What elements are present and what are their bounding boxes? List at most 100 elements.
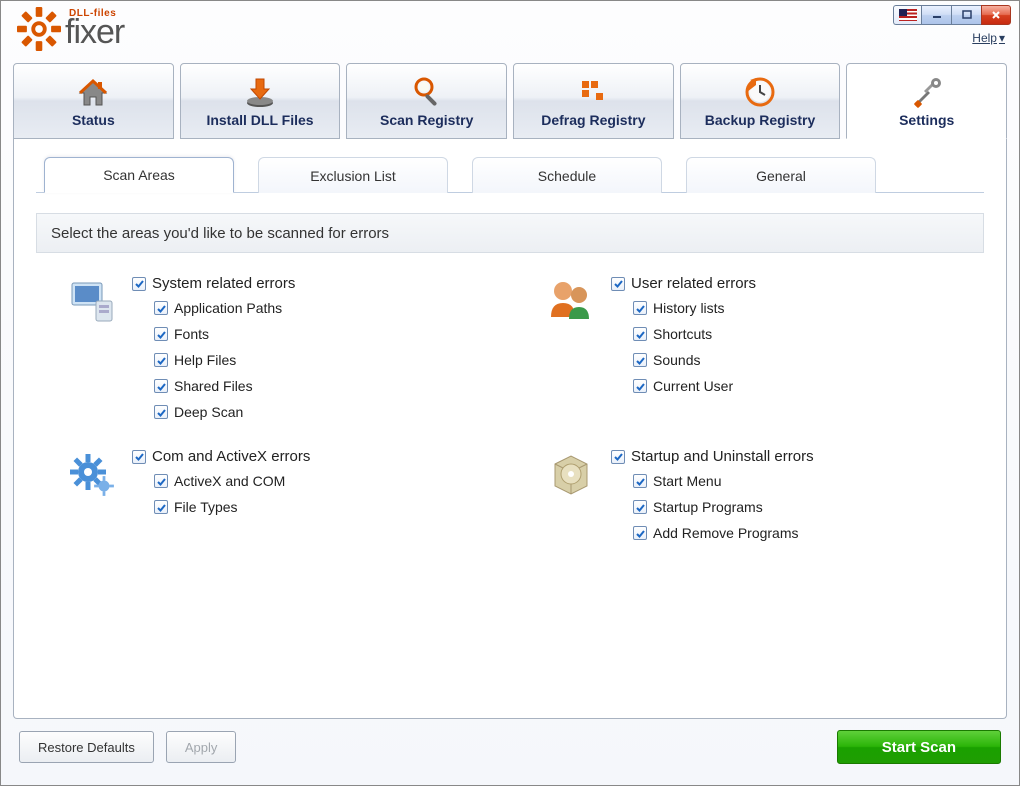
users-icon [545, 275, 597, 327]
tab-install-dll-label: Install DLL Files [206, 112, 313, 128]
checkbox-sounds[interactable] [633, 353, 647, 367]
item-label: Shared Files [174, 378, 253, 394]
tools-icon [910, 75, 944, 109]
clock-icon [743, 75, 777, 109]
group-system-title: System related errors [152, 275, 295, 292]
maximize-icon [962, 10, 972, 20]
tab-scan-registry[interactable]: Scan Registry [346, 63, 507, 139]
group-user: User related errors History lists Shortc… [545, 275, 964, 420]
tab-settings[interactable]: Settings [846, 63, 1007, 139]
us-flag-icon [899, 9, 917, 21]
checkbox-system[interactable] [132, 277, 146, 291]
item-label: File Types [174, 499, 238, 515]
checkbox-com[interactable] [132, 450, 146, 464]
app-window: DLL-files fixer Help▾ Status Install DLL… [0, 0, 1020, 786]
subtab-schedule[interactable]: Schedule [472, 157, 662, 193]
item-label: Deep Scan [174, 404, 243, 420]
item-label: History lists [653, 300, 725, 316]
defrag-icon [576, 75, 610, 109]
close-button[interactable] [981, 5, 1011, 25]
maximize-button[interactable] [951, 5, 981, 25]
tab-install-dll[interactable]: Install DLL Files [180, 63, 341, 139]
help-label: Help [972, 31, 997, 45]
home-icon [76, 75, 110, 109]
tab-scan-registry-label: Scan Registry [380, 112, 473, 128]
help-link[interactable]: Help▾ [972, 31, 1005, 45]
footer: Restore Defaults Apply Start Scan [13, 719, 1007, 775]
checkbox-startup[interactable] [611, 450, 625, 464]
checkbox-deep-scan[interactable] [154, 405, 168, 419]
tab-defrag-registry-label: Defrag Registry [541, 112, 645, 128]
subtab-general-label: General [756, 168, 806, 184]
item-label: Application Paths [174, 300, 282, 316]
apply-label: Apply [185, 740, 218, 755]
apply-button[interactable]: Apply [166, 731, 237, 763]
cog-icon [66, 448, 118, 500]
item-label: Add Remove Programs [653, 525, 799, 541]
tab-status[interactable]: Status [13, 63, 174, 139]
checkbox-shared-files[interactable] [154, 379, 168, 393]
logo-text: DLL-files fixer [65, 9, 124, 49]
tab-backup-registry[interactable]: Backup Registry [680, 63, 841, 139]
group-com-title: Com and ActiveX errors [152, 448, 310, 465]
instruction-banner: Select the areas you'd like to be scanne… [36, 213, 984, 253]
subtab-scan-areas[interactable]: Scan Areas [44, 157, 234, 193]
subtabs: Scan Areas Exclusion List Schedule Gener… [36, 157, 984, 193]
restore-defaults-label: Restore Defaults [38, 740, 135, 755]
magnifier-icon [410, 75, 444, 109]
checkbox-file-types[interactable] [154, 500, 168, 514]
gear-icon [17, 7, 61, 51]
language-flag-button[interactable] [893, 5, 921, 25]
download-icon [243, 75, 277, 109]
group-startup: Startup and Uninstall errors Start Menu … [545, 448, 964, 541]
group-com: Com and ActiveX errors ActiveX and COM F… [66, 448, 485, 541]
item-label: ActiveX and COM [174, 473, 285, 489]
checkbox-application-paths[interactable] [154, 301, 168, 315]
package-icon [545, 448, 597, 500]
group-system: System related errors Application Paths … [66, 275, 485, 420]
start-scan-button[interactable]: Start Scan [837, 730, 1001, 764]
checkbox-add-remove[interactable] [633, 526, 647, 540]
titlebar: DLL-files fixer Help▾ [1, 1, 1019, 63]
group-startup-title: Startup and Uninstall errors [631, 448, 814, 465]
close-icon [991, 10, 1001, 20]
instruction-text: Select the areas you'd like to be scanne… [51, 225, 389, 242]
item-label: Current User [653, 378, 733, 394]
app-logo: DLL-files fixer [17, 7, 124, 51]
item-label: Sounds [653, 352, 700, 368]
item-label: Startup Programs [653, 499, 763, 515]
computer-icon [66, 275, 118, 327]
logo-title: fixer [65, 15, 124, 49]
minimize-button[interactable] [921, 5, 951, 25]
tab-status-label: Status [72, 112, 115, 128]
subtab-exclusion-list[interactable]: Exclusion List [258, 157, 448, 193]
tab-settings-label: Settings [899, 112, 954, 128]
checkbox-startup-programs[interactable] [633, 500, 647, 514]
subtab-scan-areas-label: Scan Areas [103, 167, 175, 183]
checkbox-shortcuts[interactable] [633, 327, 647, 341]
group-user-title: User related errors [631, 275, 756, 292]
subtab-exclusion-list-label: Exclusion List [310, 168, 396, 184]
scan-groups: System related errors Application Paths … [36, 253, 984, 551]
checkbox-activex-com[interactable] [154, 474, 168, 488]
checkbox-user[interactable] [611, 277, 625, 291]
tab-backup-registry-label: Backup Registry [705, 112, 815, 128]
checkbox-fonts[interactable] [154, 327, 168, 341]
restore-defaults-button[interactable]: Restore Defaults [19, 731, 154, 763]
minimize-icon [932, 10, 942, 20]
checkbox-help-files[interactable] [154, 353, 168, 367]
item-label: Help Files [174, 352, 236, 368]
subtab-general[interactable]: General [686, 157, 876, 193]
tab-defrag-registry[interactable]: Defrag Registry [513, 63, 674, 139]
checkbox-history-lists[interactable] [633, 301, 647, 315]
item-label: Fonts [174, 326, 209, 342]
checkbox-start-menu[interactable] [633, 474, 647, 488]
settings-panel: Scan Areas Exclusion List Schedule Gener… [13, 139, 1007, 719]
window-controls: Help▾ [893, 5, 1011, 45]
start-scan-label: Start Scan [882, 739, 956, 756]
item-label: Start Menu [653, 473, 721, 489]
chevron-down-icon: ▾ [999, 31, 1005, 45]
checkbox-current-user[interactable] [633, 379, 647, 393]
item-label: Shortcuts [653, 326, 712, 342]
navbar: Status Install DLL Files Scan Registry D… [1, 63, 1019, 139]
